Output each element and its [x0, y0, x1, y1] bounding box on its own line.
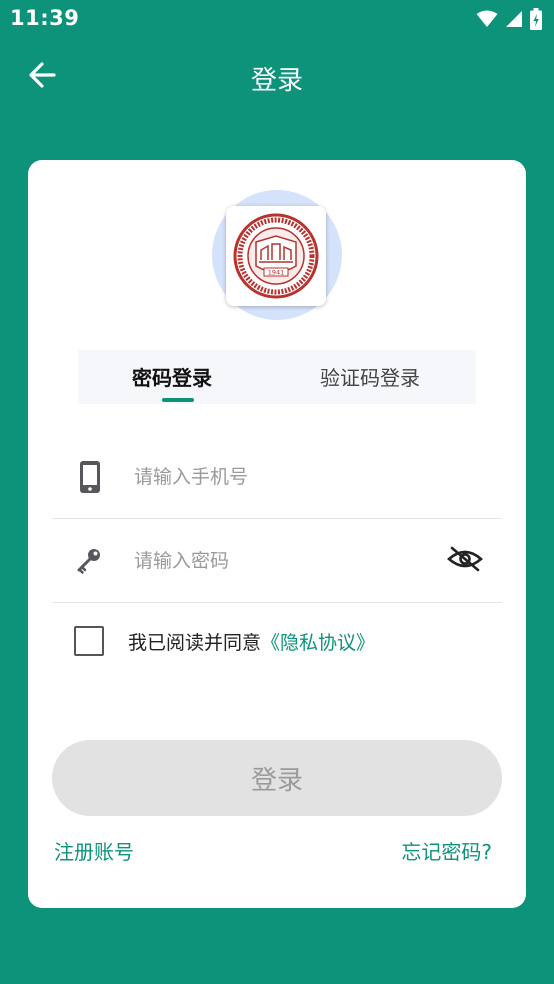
tab-indicator	[162, 398, 194, 402]
school-logo: 1941	[226, 206, 326, 306]
status-bar: 11:39	[0, 0, 554, 38]
battery-icon	[530, 8, 542, 30]
privacy-policy-link[interactable]: 《隐私协议》	[261, 632, 375, 654]
signal-icon	[506, 11, 522, 27]
key-icon	[77, 549, 100, 574]
forgot-password-link[interactable]: 忘记密码?	[401, 836, 492, 865]
password-input[interactable]	[132, 542, 436, 580]
password-visibility-toggle[interactable]	[446, 544, 484, 574]
page-title: 登录	[250, 66, 303, 96]
tab-password-login[interactable]: 密码登录	[132, 362, 212, 391]
tab-code-login[interactable]: 验证码登录	[320, 362, 420, 391]
agreement-checkbox[interactable]	[74, 626, 104, 656]
login-card: 1941 密码登录 验证码登录 请输入手机号 我已阅读并同意《隐私协议》 登录 …	[28, 160, 526, 908]
login-button[interactable]: 登录	[52, 740, 502, 816]
status-icons	[476, 8, 542, 30]
phone-icon	[80, 461, 100, 493]
eye-off-icon	[447, 546, 483, 572]
phone-input[interactable]	[132, 458, 436, 496]
agreement-text: 我已阅读并同意《隐私协议》	[128, 628, 375, 655]
register-link[interactable]: 注册账号	[54, 836, 134, 865]
school-seal-icon: 1941	[233, 213, 319, 299]
login-tabs: 密码登录 验证码登录	[78, 350, 476, 404]
agreement-label: 我已阅读并同意	[128, 632, 262, 654]
password-row	[52, 518, 502, 603]
logo-year: 1941	[268, 269, 285, 277]
status-time: 11:39	[10, 6, 80, 30]
app-bar: 登录	[0, 38, 554, 114]
wifi-icon	[476, 10, 498, 27]
phone-row	[52, 434, 502, 519]
